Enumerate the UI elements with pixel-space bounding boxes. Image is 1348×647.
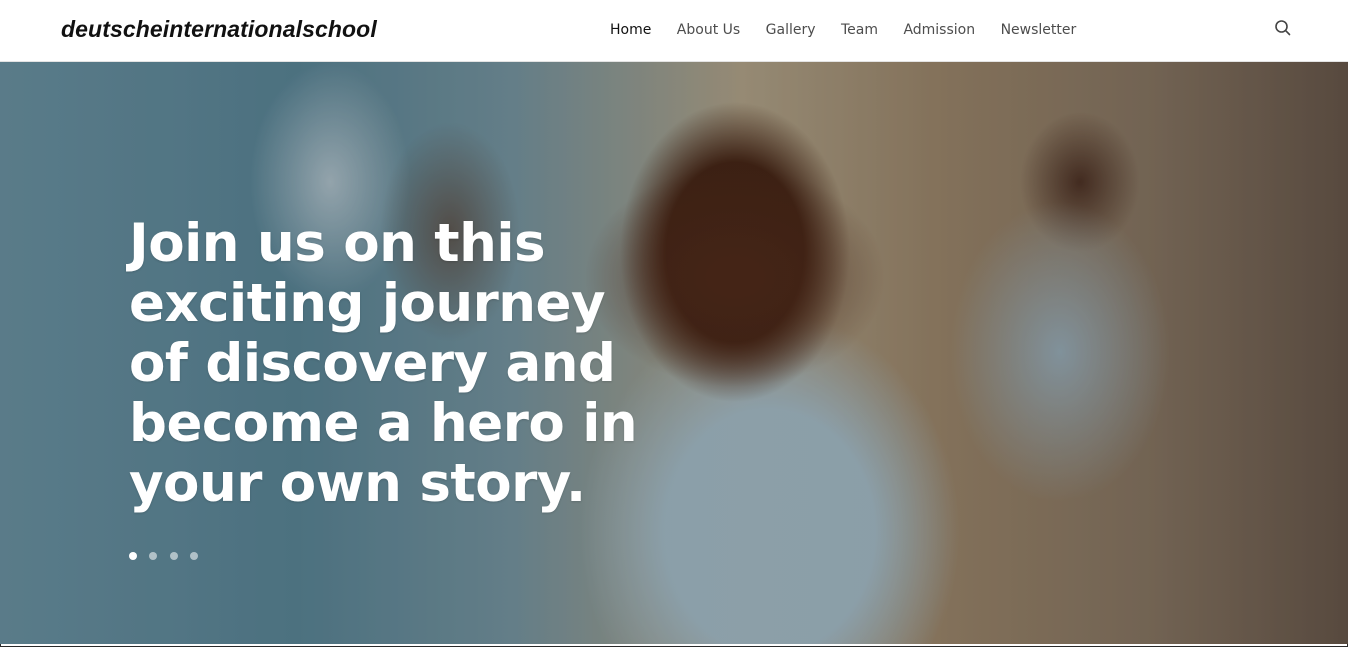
nav-newsletter[interactable]: Newsletter [1001,22,1077,38]
slider-dots [129,547,206,565]
slider-dot-1[interactable] [129,552,137,560]
nav-admission[interactable]: Admission [903,22,975,38]
search-icon [1275,20,1291,36]
slider-dot-4[interactable] [190,552,199,560]
slider-dot-2[interactable] [149,552,158,560]
nav-gallery[interactable]: Gallery [766,22,816,38]
hero-banner: Join us on this exciting journey of disc… [0,62,1348,644]
slider-dot-3[interactable] [169,552,178,560]
site-header: deutscheinternationalschool Home About U… [0,0,1348,62]
main-nav: Home About Us Gallery Team Admission New… [610,21,1097,39]
search-button[interactable] [1273,18,1293,38]
nav-about-us[interactable]: About Us [677,22,740,38]
nav-team[interactable]: Team [841,22,878,38]
hero-headline: Join us on this exciting journey of disc… [129,213,638,514]
nav-home[interactable]: Home [610,22,651,38]
brand-logo[interactable]: deutscheinternationalschool [61,16,377,43]
